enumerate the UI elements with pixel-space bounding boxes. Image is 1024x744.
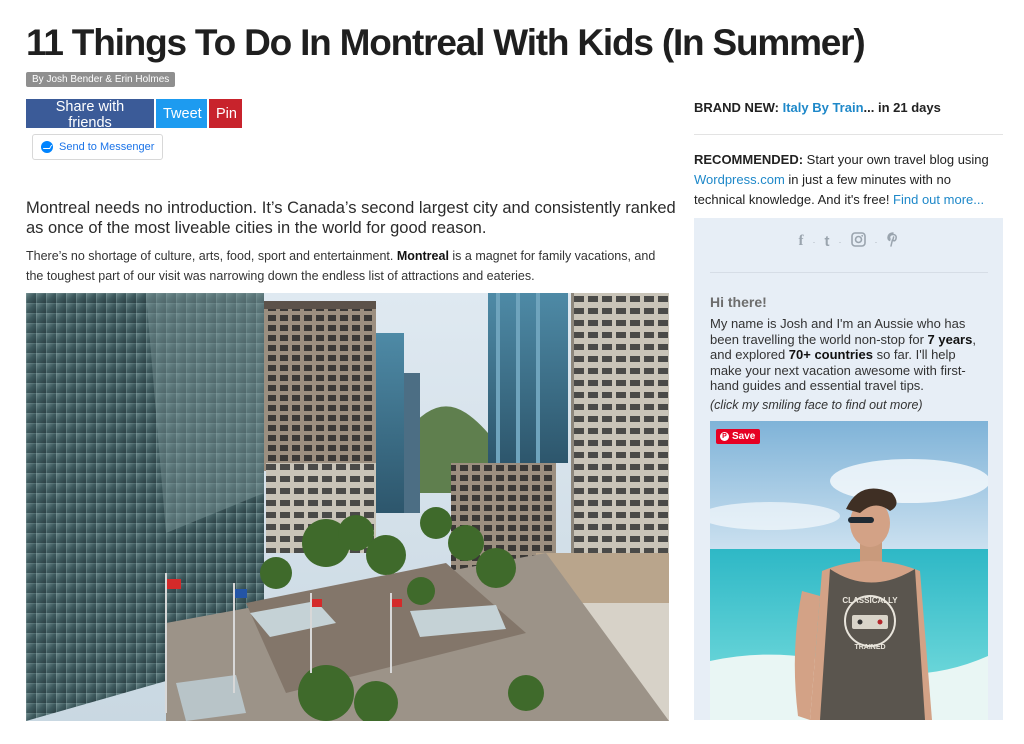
- bio-countries: 70+ countries: [788, 347, 873, 362]
- separator-dot: ·: [812, 236, 816, 247]
- recommended-text-1: Start your own travel blog using: [803, 152, 989, 167]
- sidebar-divider: [694, 134, 1003, 135]
- share-facebook-button[interactable]: Share with friends: [26, 99, 154, 131]
- author-bio: My name is Josh and I'm an Aussie who ha…: [710, 316, 990, 394]
- save-label: Save: [732, 431, 756, 442]
- recommended-label: RECOMMENDED:: [694, 152, 804, 167]
- para-bold-montreal: Montreal: [396, 249, 449, 263]
- pin-button[interactable]: Pin: [209, 99, 242, 128]
- twitter-icon[interactable]: t: [825, 233, 830, 250]
- brand-new-promo: BRAND NEW: Italy By Train... in 21 days: [694, 100, 941, 115]
- messenger-label: Send to Messenger: [59, 141, 155, 153]
- brand-new-label: BRAND NEW:: [694, 100, 783, 115]
- share-buttons: Share with friends Tweet Pin: [26, 99, 242, 131]
- separator-dot: ·: [874, 236, 878, 247]
- box-divider: [710, 272, 988, 273]
- instagram-icon[interactable]: [850, 232, 866, 251]
- para-text-before: There’s no shortage of culture, arts, fo…: [26, 249, 397, 263]
- article-paragraph: There’s no shortage of culture, arts, fo…: [26, 246, 676, 286]
- bio-years: 7 years: [927, 331, 973, 347]
- tweet-button[interactable]: Tweet: [156, 99, 207, 128]
- pinterest-icon: P: [720, 432, 729, 441]
- shirt-text-bottom: TRAINED: [854, 644, 885, 651]
- facebook-icon[interactable]: f: [799, 233, 804, 250]
- article-intro: Montreal needs no introduction. It’s Can…: [26, 199, 676, 237]
- messenger-icon: [41, 141, 53, 153]
- pinterest-save-button[interactable]: P Save: [716, 429, 761, 444]
- separator-dot: ·: [838, 236, 842, 247]
- greeting: Hi there!: [710, 294, 767, 310]
- byline: By Josh Bender & Erin Holmes: [26, 72, 176, 87]
- author-profile-photo[interactable]: CLASSICALLY TRAINED: [710, 421, 988, 720]
- about-author-box: f · t · · Hi there! My name is Josh and …: [694, 218, 1003, 720]
- pinterest-icon[interactable]: [886, 232, 899, 251]
- montreal-city-photo: [26, 293, 669, 721]
- find-out-more-link[interactable]: Find out more...: [893, 192, 984, 207]
- brand-new-suffix: ... in 21 days: [863, 100, 941, 115]
- send-to-messenger-button[interactable]: Send to Messenger: [32, 134, 164, 160]
- shirt-text-top: CLASSICALLY: [842, 596, 898, 605]
- wordpress-link[interactable]: Wordpress.com: [694, 172, 785, 187]
- recommended-promo: RECOMMENDED: Start your own travel blog …: [694, 150, 999, 210]
- italy-by-train-link[interactable]: Italy By Train: [783, 100, 864, 115]
- article-title: 11 Things To Do In Montreal With Kids (I…: [26, 22, 866, 63]
- social-icons: f · t · ·: [694, 232, 1003, 251]
- click-note: (click my smiling face to find out more): [710, 398, 923, 412]
